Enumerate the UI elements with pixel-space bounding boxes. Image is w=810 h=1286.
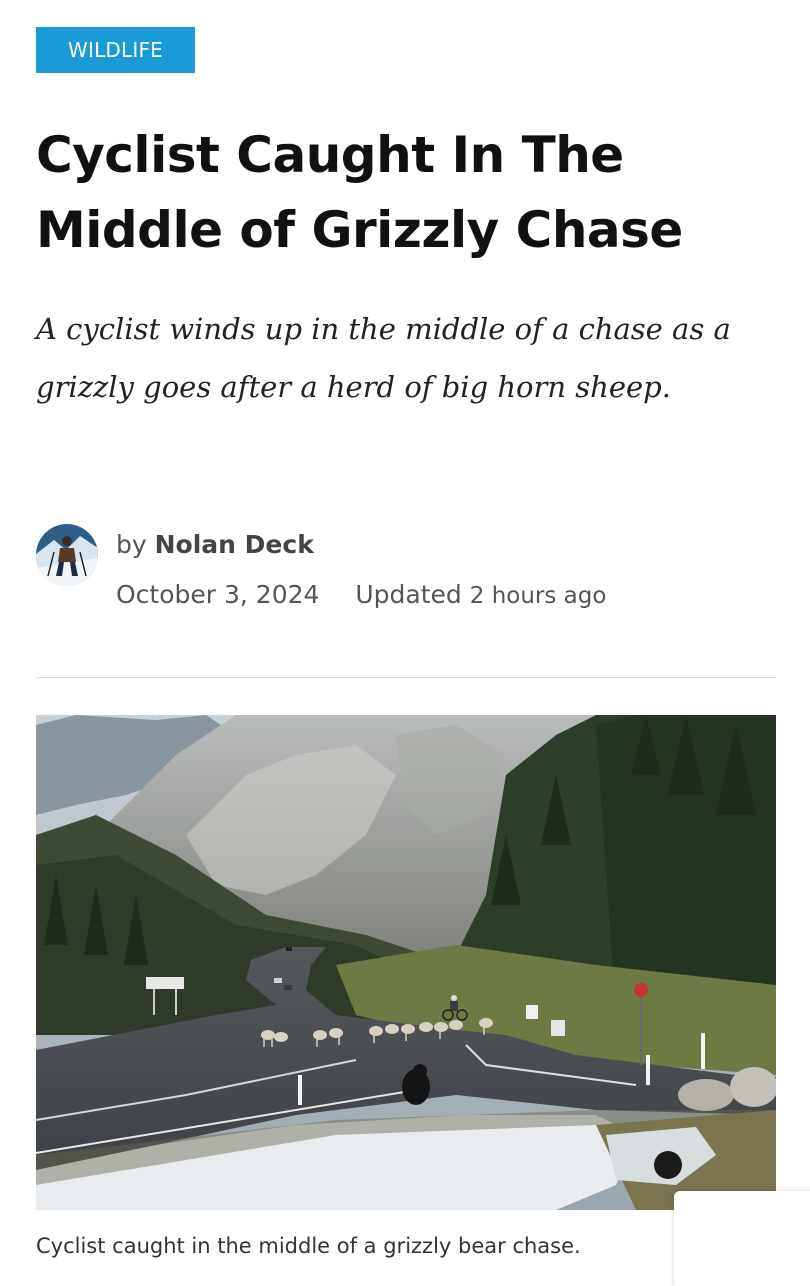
article-subtitle: A cyclist winds up in the middle of a ch… xyxy=(36,312,731,404)
author-avatar[interactable] xyxy=(36,524,98,586)
updated-label: Updated xyxy=(355,580,462,609)
article-image[interactable] xyxy=(36,715,776,1210)
author-link[interactable]: Nolan Deck xyxy=(155,530,314,559)
article-title: Cyclist Caught In The Middle of Grizzly … xyxy=(36,126,683,259)
avatar-image xyxy=(36,524,98,586)
updated-info: Updated 2 hours ago xyxy=(355,580,606,609)
byline: by Nolan Deck xyxy=(116,530,314,559)
article-photo xyxy=(36,715,776,1210)
category-badge[interactable]: WILDLIFE xyxy=(36,27,195,73)
publish-date: October 3, 2024 xyxy=(116,580,320,609)
byline-prefix: by xyxy=(116,530,147,559)
updated-time: 2 hours ago xyxy=(469,583,607,609)
dateline: October 3, 2024 Updated 2 hours ago xyxy=(116,580,606,609)
image-caption: Cyclist caught in the middle of a grizzl… xyxy=(36,1234,581,1258)
floating-widget[interactable] xyxy=(674,1191,810,1286)
divider xyxy=(36,677,776,678)
